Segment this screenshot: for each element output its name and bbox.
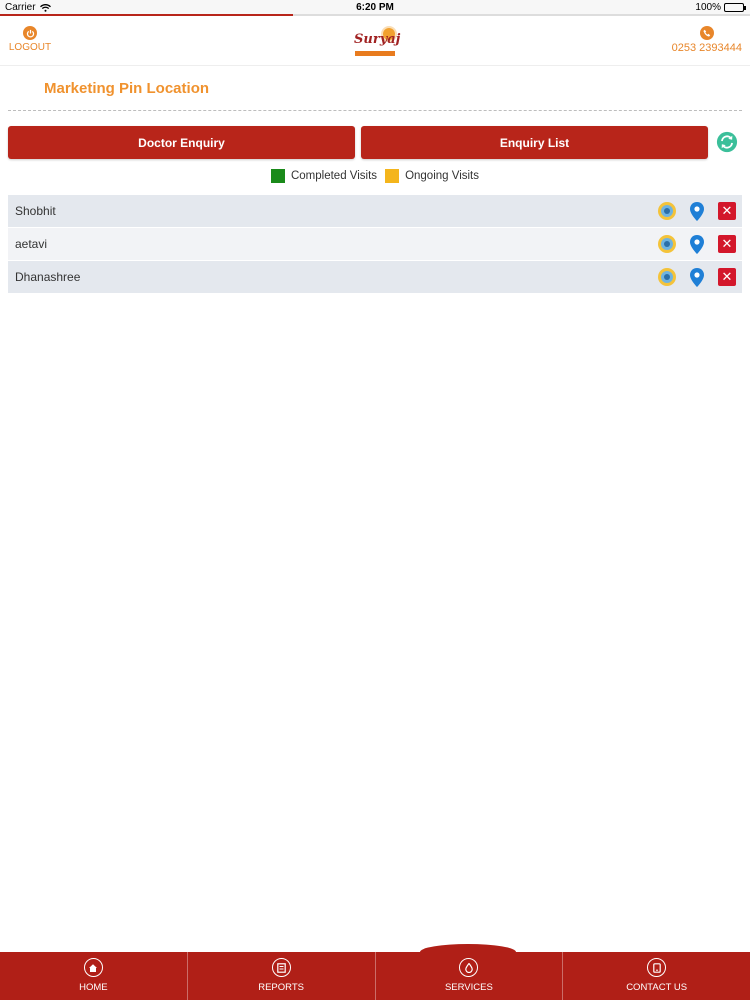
visit-status-icon[interactable] [657, 234, 677, 254]
phone-call-button[interactable]: 0253 2393444 [672, 26, 742, 54]
page-title: Marketing Pin Location [44, 80, 210, 97]
nav-home[interactable]: HOME [0, 952, 188, 1000]
nav-home-label: HOME [79, 982, 108, 993]
legend-completed-label: Completed Visits [290, 170, 378, 182]
app-screen: Carrier 6:20 PM 100% LOGOUT Suryaj 0253 … [0, 0, 750, 1000]
nav-contact-us[interactable]: CONTACT US [563, 952, 750, 1000]
map-pin-icon[interactable] [687, 234, 707, 254]
doctor-enquiry-button[interactable]: Doctor Enquiry [8, 126, 355, 159]
refresh-icon[interactable] [716, 131, 738, 153]
brand-logo: Suryaj [352, 24, 401, 58]
list-item[interactable]: Dhanashree ✕ [8, 261, 742, 294]
logout-label: LOGOUT [8, 42, 52, 53]
bottom-nav: HOME REPORTS SERVICES CONTACT US [0, 944, 750, 1000]
battery-info: 100% [695, 2, 746, 13]
brand-logo-bar [355, 51, 395, 56]
brand-logo-text: Suryaj [354, 32, 401, 47]
title-divider [8, 110, 742, 111]
list-item-name: Dhanashree [15, 270, 81, 284]
legend-ongoing: Ongoing Visits [385, 169, 479, 183]
nav-contact-label: CONTACT US [626, 982, 688, 993]
power-icon [23, 26, 37, 40]
enquiry-list-button[interactable]: Enquiry List [361, 126, 708, 159]
phone-icon [699, 26, 714, 40]
nav-services[interactable]: SERVICES [376, 952, 564, 1000]
app-header: LOGOUT Suryaj 0253 2393444 [0, 16, 750, 66]
enquiry-list: Shobhit ✕ aetavi ✕ Dhanashree ✕ [8, 195, 742, 294]
contact-icon [647, 958, 667, 977]
list-item-name: Shobhit [15, 204, 56, 218]
completed-swatch [270, 169, 285, 183]
legend-ongoing-label: Ongoing Visits [405, 170, 480, 182]
visit-status-icon[interactable] [657, 267, 677, 287]
map-pin-icon[interactable] [687, 267, 707, 287]
battery-icon [724, 3, 746, 12]
status-time: 6:20 PM [356, 2, 394, 13]
ongoing-swatch [385, 169, 400, 183]
nav-reports-label: REPORTS [258, 982, 304, 993]
visit-legend: Completed Visits Ongoing Visits [0, 169, 750, 183]
battery-percent: 100% [695, 2, 721, 13]
list-item[interactable]: aetavi ✕ [8, 228, 742, 261]
phone-number: 0253 2393444 [671, 42, 742, 54]
map-pin-icon[interactable] [687, 201, 707, 221]
nav-reports[interactable]: REPORTS [188, 952, 376, 1000]
visit-status-icon[interactable] [657, 201, 677, 221]
delete-icon[interactable]: ✕ [717, 201, 737, 221]
delete-icon[interactable]: ✕ [717, 234, 737, 254]
services-icon [459, 958, 479, 977]
logout-button[interactable]: LOGOUT [8, 26, 52, 53]
reports-icon [271, 958, 291, 977]
delete-icon[interactable]: ✕ [717, 267, 737, 287]
home-icon [83, 958, 103, 977]
legend-completed: Completed Visits [270, 169, 378, 183]
list-item[interactable]: Shobhit ✕ [8, 195, 742, 228]
nav-services-label: SERVICES [444, 982, 493, 993]
status-bar: Carrier 6:20 PM 100% [0, 0, 750, 15]
list-item-name: aetavi [15, 237, 48, 251]
